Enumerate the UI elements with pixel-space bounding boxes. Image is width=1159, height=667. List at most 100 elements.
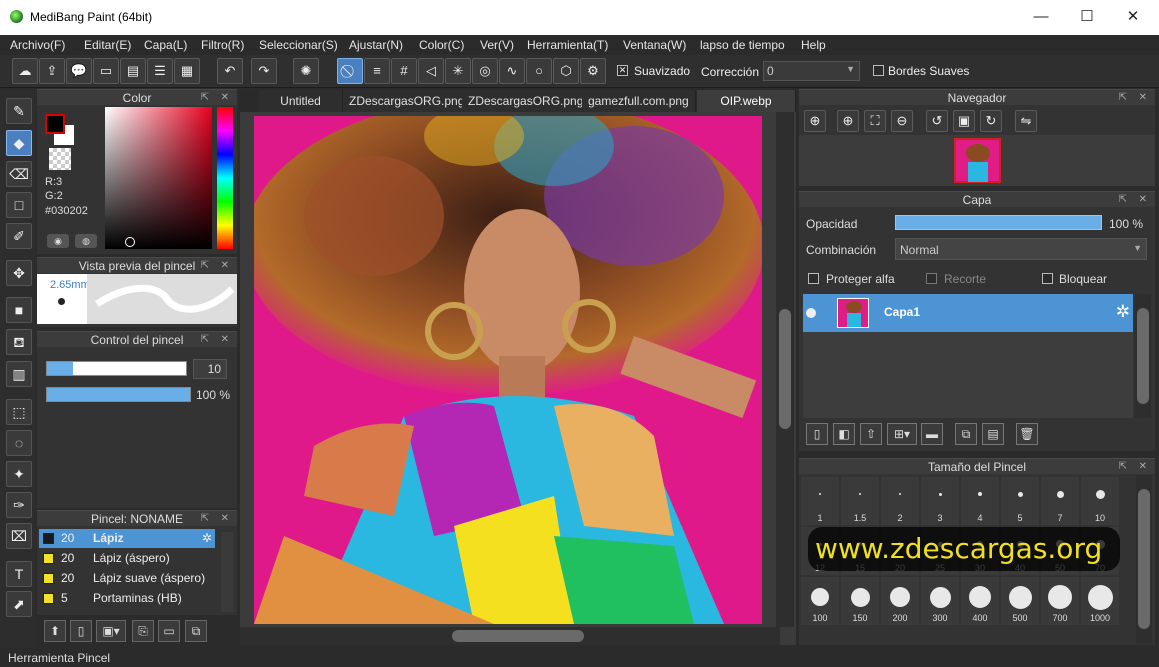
- brush-size-option[interactable]: 7: [1041, 477, 1079, 525]
- grid-edit-icon[interactable]: ▦: [174, 58, 200, 84]
- brush-size-option[interactable]: 1: [801, 477, 839, 525]
- minimize-button[interactable]: —: [1030, 6, 1052, 28]
- magic-wand-tool-icon[interactable]: ✦: [6, 461, 32, 487]
- blend-mode-select[interactable]: Normal ▼: [895, 238, 1147, 260]
- vertical-scrollbar[interactable]: [776, 112, 794, 627]
- menu-seleccionar[interactable]: Seleccionar(S): [259, 38, 338, 52]
- comment-icon[interactable]: 💬: [66, 58, 92, 84]
- brush-list-item[interactable]: 5 Portaminas (HB): [39, 589, 215, 608]
- grid-snap-icon[interactable]: #: [391, 58, 417, 84]
- brush-size-option[interactable]: 10: [1081, 477, 1119, 525]
- menu-editar[interactable]: Editar(E): [84, 38, 131, 52]
- brush-size-option[interactable]: 1000: [1081, 577, 1119, 625]
- brush-size-scrollbar[interactable]: [1136, 475, 1152, 643]
- redo-icon[interactable]: ↷: [251, 58, 277, 84]
- gear-icon[interactable]: ⚙: [580, 58, 606, 84]
- brush-size-option[interactable]: 1.5: [841, 477, 879, 525]
- layer-scrollbar[interactable]: [1135, 294, 1151, 418]
- move-tool-icon[interactable]: ✥: [6, 260, 32, 286]
- color-picker-cursor[interactable]: [125, 237, 135, 247]
- brush-size-option[interactable]: 150: [841, 577, 879, 625]
- undock-icon[interactable]: ⇱: [1119, 90, 1127, 106]
- tab-untitled[interactable]: Untitled: [259, 90, 343, 112]
- undock-icon[interactable]: ⇱: [1119, 459, 1127, 475]
- panel-close-icon[interactable]: ✕: [1139, 192, 1147, 208]
- brush-size-option[interactable]: 2: [881, 477, 919, 525]
- perspective-snap-icon[interactable]: ◁: [418, 58, 444, 84]
- delete-layer-icon[interactable]: 🗑: [1016, 423, 1038, 445]
- layer-item[interactable]: Capa1 ✲: [803, 294, 1133, 332]
- layer-folder-icon[interactable]: ▬: [921, 423, 943, 445]
- cloud-icon[interactable]: ☁: [12, 58, 38, 84]
- transparent-swatch[interactable]: [49, 148, 71, 170]
- reset-rotation-icon[interactable]: ▣: [953, 110, 975, 132]
- close-button[interactable]: ✕: [1122, 6, 1144, 28]
- brush-list-item[interactable]: 20 Lápiz ✲: [39, 529, 215, 548]
- brush-settings-icon[interactable]: ⎘: [132, 620, 154, 642]
- text-tool-icon[interactable]: T: [6, 561, 32, 587]
- brush-tool-icon[interactable]: ✎: [6, 98, 32, 124]
- menu-filtro[interactable]: Filtro(R): [201, 38, 244, 52]
- chat-icon[interactable]: ▭: [93, 58, 119, 84]
- no-snap-icon[interactable]: ⃠: [337, 58, 363, 84]
- select-rect-tool-icon[interactable]: ⬚: [6, 399, 32, 425]
- horizontal-scrollbar[interactable]: [240, 627, 780, 645]
- lock-checkbox[interactable]: [1042, 273, 1053, 284]
- brush-size-scroll-thumb[interactable]: [1138, 489, 1150, 629]
- brush-list-scrollbar[interactable]: [221, 532, 233, 612]
- undo-icon[interactable]: ↶: [217, 58, 243, 84]
- menu-help[interactable]: Help: [801, 38, 826, 52]
- brush-size-value[interactable]: 10: [193, 359, 227, 379]
- panel-close-icon[interactable]: ✕: [221, 332, 229, 348]
- rectangle-fill-tool-icon[interactable]: ■: [6, 297, 32, 323]
- menu-color[interactable]: Color(C): [419, 38, 464, 52]
- duplicate-layer-icon[interactable]: ⧉: [955, 423, 977, 445]
- menu-archivo[interactable]: Archivo(F): [10, 38, 65, 52]
- panel-close-icon[interactable]: ✕: [1139, 459, 1147, 475]
- vertical-scroll-thumb[interactable]: [779, 309, 791, 429]
- bordes-suaves-checkbox[interactable]: [873, 65, 884, 76]
- new-brush-icon[interactable]: ▯: [70, 620, 92, 642]
- layer-scroll-thumb[interactable]: [1137, 308, 1149, 404]
- loading-icon[interactable]: ✺: [293, 58, 319, 84]
- tab-oip[interactable]: OIP.webp: [697, 90, 796, 112]
- panel-close-icon[interactable]: ✕: [221, 511, 229, 527]
- rotate-left-icon[interactable]: ↺: [926, 110, 948, 132]
- brush-size-option[interactable]: 400: [961, 577, 999, 625]
- undock-icon[interactable]: ⇱: [1119, 192, 1127, 208]
- dot-tool-icon[interactable]: ✐: [6, 223, 32, 249]
- canvas-image[interactable]: [254, 116, 762, 624]
- folder-icon[interactable]: ▭: [158, 620, 180, 642]
- new-layer-icon[interactable]: ▯: [806, 423, 828, 445]
- import-layer-icon[interactable]: ⇧: [860, 423, 882, 445]
- menu-capa[interactable]: Capa(L): [144, 38, 187, 52]
- undock-icon[interactable]: ⇱: [201, 511, 209, 527]
- tab-zdescargas-2[interactable]: ZDescargasORG.png: [462, 90, 591, 112]
- brush-menu-icon[interactable]: ▣▾: [96, 620, 126, 642]
- hue-slider[interactable]: [217, 107, 233, 249]
- menu-lapso[interactable]: lapso de tiempo: [700, 38, 785, 52]
- shape-tool-icon[interactable]: □: [6, 192, 32, 218]
- menu-ver[interactable]: Ver(V): [480, 38, 514, 52]
- menu-ventana[interactable]: Ventana(W): [623, 38, 686, 52]
- brush-opacity-slider[interactable]: [46, 387, 191, 402]
- list-icon[interactable]: ☰: [147, 58, 173, 84]
- brush-list-item[interactable]: 20 Lápiz suave (áspero): [39, 569, 215, 588]
- maximize-button[interactable]: ☐: [1076, 6, 1098, 28]
- menu-ajustar[interactable]: Ajustar(N): [349, 38, 403, 52]
- visibility-icon[interactable]: [806, 308, 816, 318]
- select-eraser-tool-icon[interactable]: ⌧: [6, 523, 32, 549]
- navigator-thumbnail[interactable]: [954, 138, 1001, 183]
- select-pen-tool-icon[interactable]: ✑: [6, 492, 32, 518]
- panel-close-icon[interactable]: ✕: [221, 90, 229, 106]
- foreground-color-swatch[interactable]: [45, 114, 65, 134]
- suavizado-checkbox[interactable]: ✕: [617, 65, 628, 76]
- brush-size-slider[interactable]: [46, 361, 187, 376]
- horizontal-scroll-thumb[interactable]: [452, 630, 584, 642]
- palette-icon[interactable]: ◉: [47, 234, 69, 248]
- gear-icon[interactable]: ✲: [202, 529, 212, 548]
- brush-size-option[interactable]: 500: [1001, 577, 1039, 625]
- merge-layer-icon[interactable]: ▤: [982, 423, 1004, 445]
- navigator-preview[interactable]: [799, 135, 1155, 186]
- eyedropper-icon[interactable]: ◍: [75, 234, 97, 248]
